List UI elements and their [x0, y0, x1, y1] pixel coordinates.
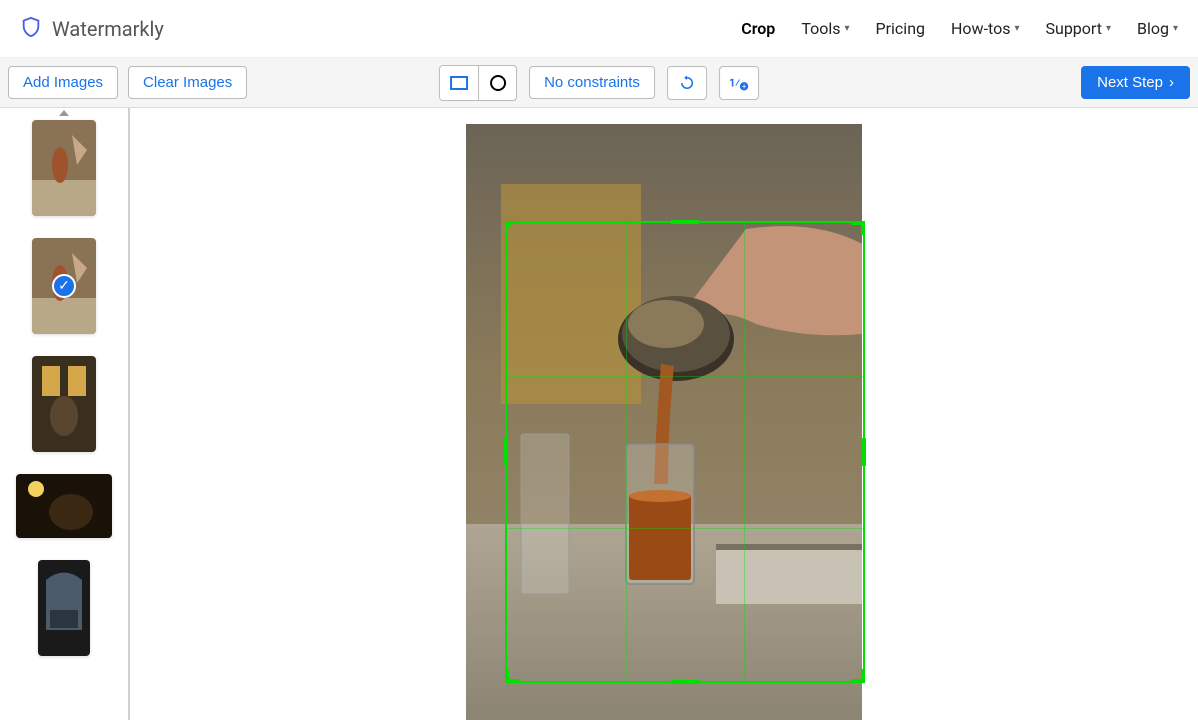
crop-handle-tl[interactable] [505, 221, 519, 235]
nav-howtos[interactable]: How-tos▾ [951, 19, 1019, 38]
thumbnail-sidebar: ✓ [0, 108, 130, 720]
selected-check-icon: ✓ [52, 274, 76, 298]
svg-text:1⁄: 1⁄ [729, 76, 740, 89]
chevron-down-icon: ▾ [844, 23, 849, 34]
crop-handle-r[interactable] [862, 438, 866, 466]
add-images-button[interactable]: Add Images [8, 66, 118, 99]
canvas-area [130, 108, 1198, 720]
logo[interactable]: Watermarkly [20, 16, 164, 42]
crop-grid-line [626, 223, 627, 681]
toolbar: Add Images Clear Images No constraints 1… [0, 58, 1198, 108]
crop-handle-b[interactable] [671, 680, 699, 684]
crop-handle-tr[interactable] [851, 221, 865, 235]
crop-grid-line [507, 376, 863, 377]
chevron-down-icon: ▾ [1014, 23, 1019, 34]
next-step-button[interactable]: Next Step › [1081, 66, 1190, 99]
circle-icon [490, 75, 506, 91]
nav-pricing[interactable]: Pricing [876, 19, 926, 38]
thumbnail-4[interactable] [16, 474, 112, 538]
chevron-down-icon: ▾ [1173, 23, 1178, 34]
rectangle-icon [450, 76, 468, 90]
crop-handle-bl[interactable] [505, 669, 519, 683]
crop-grid-line [507, 528, 863, 529]
brand-name: Watermarkly [52, 17, 164, 41]
rotate-button[interactable] [667, 66, 707, 100]
toolbar-center: No constraints 1⁄+ [439, 65, 759, 101]
app-header: Watermarkly Crop Tools▾ Pricing How-tos▾… [0, 0, 1198, 58]
clear-images-button[interactable]: Clear Images [128, 66, 247, 99]
thumbnail-3[interactable] [32, 356, 96, 452]
crop-preset-button[interactable]: 1⁄+ [719, 66, 759, 100]
circle-crop-button[interactable] [478, 66, 516, 100]
crop-preset-icon: 1⁄+ [729, 74, 749, 92]
crop-handle-br[interactable] [851, 669, 865, 683]
nav-blog[interactable]: Blog▾ [1137, 19, 1178, 38]
rectangle-crop-button[interactable] [440, 66, 478, 100]
chevron-down-icon: ▾ [1106, 23, 1111, 34]
crop-handle-t[interactable] [671, 220, 699, 224]
thumbnail-1[interactable] [32, 120, 96, 216]
crop-selection[interactable] [505, 221, 865, 683]
main-area: ✓ [0, 108, 1198, 720]
thumbnail-2[interactable]: ✓ [32, 238, 96, 334]
image-container[interactable] [466, 124, 862, 720]
nav-tools[interactable]: Tools▾ [801, 19, 849, 38]
nav-support[interactable]: Support▾ [1046, 19, 1112, 38]
thumbnail-5[interactable] [38, 560, 90, 656]
main-nav: Crop Tools▾ Pricing How-tos▾ Support▾ Bl… [741, 19, 1178, 38]
shield-icon [20, 16, 42, 42]
constraints-dropdown[interactable]: No constraints [529, 66, 655, 99]
rotate-icon [678, 74, 696, 92]
crop-shape-group [439, 65, 517, 101]
crop-handle-l[interactable] [504, 438, 508, 466]
chevron-right-icon: › [1169, 74, 1174, 91]
nav-crop[interactable]: Crop [741, 19, 775, 38]
crop-grid-line [744, 223, 745, 681]
svg-text:+: + [742, 81, 746, 90]
